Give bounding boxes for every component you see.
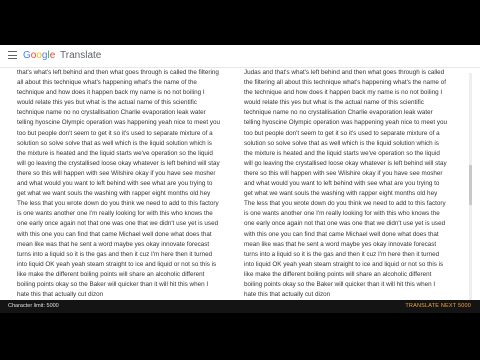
source-text-panel[interactable]: that's what's left behind and then what …	[17, 67, 222, 310]
translated-text: Judas and that's what's left behind and …	[244, 69, 448, 299]
scrollbar[interactable]	[469, 73, 472, 303]
character-limit-label: Character limit: 5000	[8, 303, 59, 309]
logo-letter-e: e	[49, 50, 56, 61]
app-title: Translate	[60, 50, 102, 61]
video-frame: Google Translate that's what's left behi…	[0, 0, 480, 360]
translate-next-button[interactable]: TRANSLATE NEXT 5000	[405, 302, 471, 311]
scrollbar-thumb[interactable]	[469, 165, 472, 205]
logo-letter-g: G	[23, 50, 31, 61]
hamburger-menu-icon[interactable]	[8, 51, 17, 60]
source-text[interactable]: that's what's left behind and then what …	[17, 67, 222, 300]
google-translate-logo: Google Translate	[23, 49, 101, 62]
app-header: Google Translate	[0, 45, 480, 68]
footer-bar: Character limit: 5000 TRANSLATE NEXT 500…	[0, 300, 480, 313]
translation-panel: Judas and that's what's left behind and …	[244, 67, 449, 310]
translate-window: Google Translate that's what's left behi…	[0, 45, 480, 310]
